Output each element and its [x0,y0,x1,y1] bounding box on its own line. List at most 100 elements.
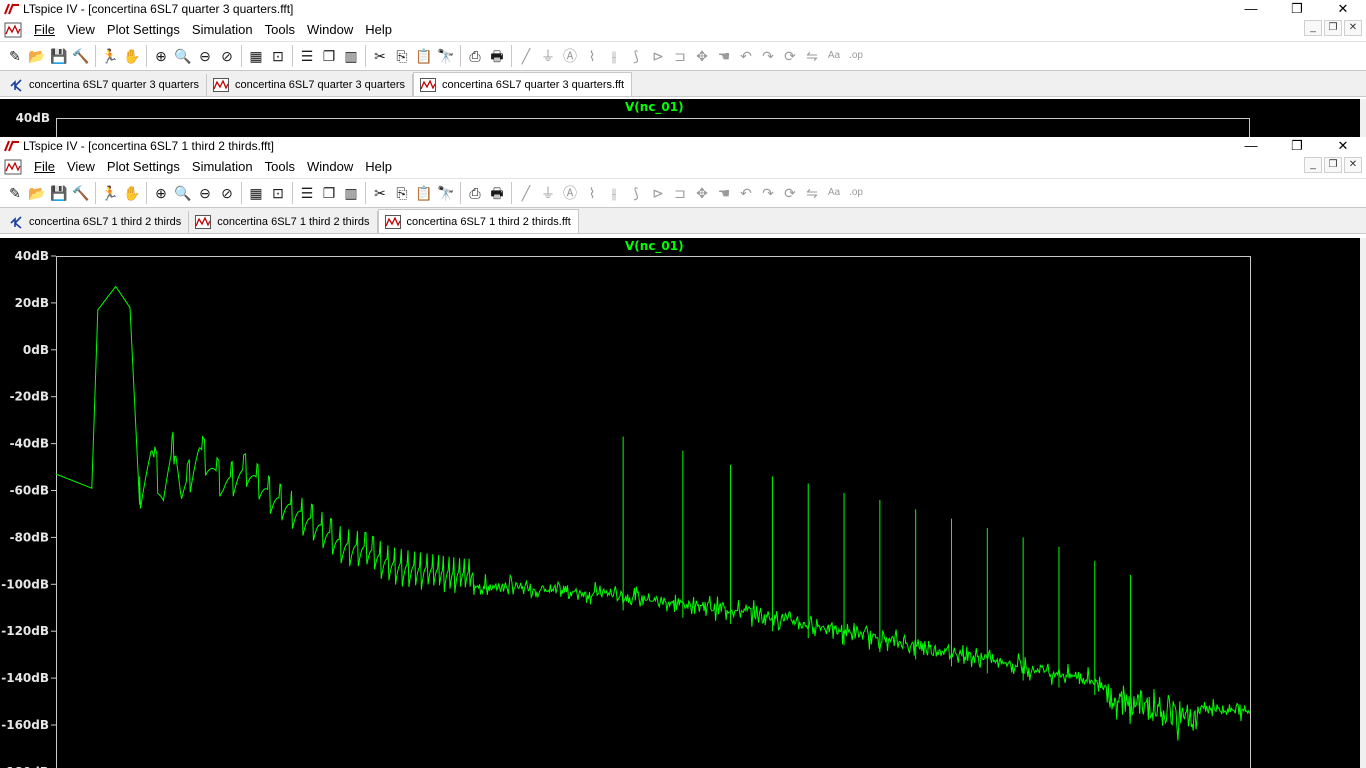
zoom-cancel-icon[interactable]: ⊘ [216,45,238,67]
zoom-in-icon[interactable]: ⊕ [150,182,172,204]
paste-icon[interactable]: 📋 [413,45,435,67]
mdi-close-button[interactable]: ✕ [1344,20,1362,36]
undo-icon[interactable]: ↶ [735,182,757,204]
mdi-restore-button[interactable]: ❐ [1324,157,1342,173]
text-icon[interactable]: Aa [823,45,845,67]
paste-icon[interactable]: 📋 [413,182,435,204]
menu-simulation[interactable]: Simulation [186,20,259,40]
spice-directive-icon[interactable]: .op [845,182,867,204]
menu-tools[interactable]: Tools [259,20,301,40]
menu-view[interactable]: View [61,20,101,40]
tile-horizontal-icon[interactable]: ☰ [296,45,318,67]
inductor-icon[interactable]: ⟆ [625,45,647,67]
plot-pane[interactable]: V(nc_01) 40dB [0,99,1360,138]
run-icon[interactable]: 🏃 [99,45,121,67]
component-icon[interactable]: ⊐ [669,182,691,204]
fit-icon[interactable]: ⊡ [267,182,289,204]
spice-directive-icon[interactable]: .op [845,45,867,67]
menu-file[interactable]: File [28,20,61,40]
tab-waveform[interactable]: concertina 6SL7 quarter 3 quarters [207,74,413,96]
drag-icon[interactable]: ☚ [713,45,735,67]
find-icon[interactable]: 🔭 [435,182,457,204]
control-panel-icon[interactable]: 🔨 [70,182,92,204]
tab-fft[interactable]: concertina 6SL7 1 third 2 thirds.fft [377,209,579,233]
cascade-icon[interactable]: ❐ [318,182,340,204]
tab-schematic[interactable]: concertina 6SL7 1 third 2 thirds [3,211,190,233]
drag-icon[interactable]: ☚ [713,182,735,204]
menu-plot-settings[interactable]: Plot Settings [101,20,186,40]
mdi-minimize-button[interactable]: _ [1304,157,1322,173]
restore-button[interactable]: ❐ [1274,0,1320,18]
print-icon[interactable]: 🖶 [486,45,508,67]
mirror-icon[interactable]: ⇋ [801,182,823,204]
minimize-button[interactable]: — [1228,137,1274,155]
menu-simulation[interactable]: Simulation [186,157,259,177]
document-waveform-icon[interactable] [4,159,22,175]
tab-fft[interactable]: concertina 6SL7 quarter 3 quarters.fft [413,72,633,96]
menu-window[interactable]: Window [301,157,359,177]
cascade-icon[interactable]: ❐ [318,45,340,67]
zoom-cancel-icon[interactable]: ⊘ [216,182,238,204]
ground-icon[interactable]: ⏚ [537,45,559,67]
halt-icon[interactable]: ✋ [121,45,143,67]
cut-icon[interactable]: ✂ [369,182,391,204]
mdi-close-button[interactable]: ✕ [1344,157,1362,173]
find-icon[interactable]: 🔭 [435,45,457,67]
tab-schematic[interactable]: concertina 6SL7 quarter 3 quarters [3,74,207,96]
rotate-icon[interactable]: ⟳ [779,45,801,67]
close-button[interactable]: ✕ [1320,0,1366,18]
menu-file[interactable]: File [28,157,61,177]
document-waveform-icon[interactable] [4,22,22,38]
print-preview-icon[interactable]: ⎙ [464,45,486,67]
print-preview-icon[interactable]: ⎙ [464,182,486,204]
menu-window[interactable]: Window [301,20,359,40]
fit-icon[interactable]: ⊡ [267,45,289,67]
inductor-icon[interactable]: ⟆ [625,182,647,204]
mdi-restore-button[interactable]: ❐ [1324,20,1342,36]
autorange-icon[interactable]: ▦ [245,45,267,67]
zoom-area-icon[interactable]: 🔍 [172,45,194,67]
diode-icon[interactable]: ⊳ [647,182,669,204]
autorange-icon[interactable]: ▦ [245,182,267,204]
wire-icon[interactable]: ╱ [515,45,537,67]
ground-icon[interactable]: ⏚ [537,182,559,204]
print-icon[interactable]: 🖶 [486,182,508,204]
new-schematic-icon[interactable]: ✎ [4,45,26,67]
new-schematic-icon[interactable]: ✎ [4,182,26,204]
label-icon[interactable]: Ⓐ [559,182,581,204]
resistor-icon[interactable]: ⌇ [581,182,603,204]
minimize-button[interactable]: — [1228,0,1274,18]
save-icon[interactable]: 💾 [48,182,70,204]
halt-icon[interactable]: ✋ [121,182,143,204]
menu-help[interactable]: Help [359,157,398,177]
redo-icon[interactable]: ↷ [757,45,779,67]
copy-icon[interactable]: ⎘ [391,182,413,204]
component-icon[interactable]: ⊐ [669,45,691,67]
close-button[interactable]: ✕ [1320,137,1366,155]
zoom-out-icon[interactable]: ⊖ [194,182,216,204]
mirror-icon[interactable]: ⇋ [801,45,823,67]
tile-horizontal-icon[interactable]: ☰ [296,182,318,204]
zoom-out-icon[interactable]: ⊖ [194,45,216,67]
series-line-v-nc-01[interactable] [55,285,1250,741]
run-icon[interactable]: 🏃 [99,182,121,204]
text-icon[interactable]: Aa [823,182,845,204]
restore-button[interactable]: ❐ [1274,137,1320,155]
save-icon[interactable]: 💾 [48,45,70,67]
rotate-icon[interactable]: ⟳ [779,182,801,204]
plot-pane[interactable]: V(nc_01) 40dB 20dB 0dB -20dB -40dB -60dB -80dB… [0,238,1360,768]
menu-view[interactable]: View [61,157,101,177]
cut-icon[interactable]: ✂ [369,45,391,67]
move-icon[interactable]: ✥ [691,45,713,67]
menu-plot-settings[interactable]: Plot Settings [101,157,186,177]
tile-vertical-icon[interactable]: ▥ [340,182,362,204]
wire-icon[interactable]: ╱ [515,182,537,204]
zoom-in-icon[interactable]: ⊕ [150,45,172,67]
copy-icon[interactable]: ⎘ [391,45,413,67]
capacitor-icon[interactable]: ⫲ [603,45,625,67]
tile-vertical-icon[interactable]: ▥ [340,45,362,67]
undo-icon[interactable]: ↶ [735,45,757,67]
open-icon[interactable]: 📂 [26,182,48,204]
menu-help[interactable]: Help [359,20,398,40]
capacitor-icon[interactable]: ⫲ [603,182,625,204]
